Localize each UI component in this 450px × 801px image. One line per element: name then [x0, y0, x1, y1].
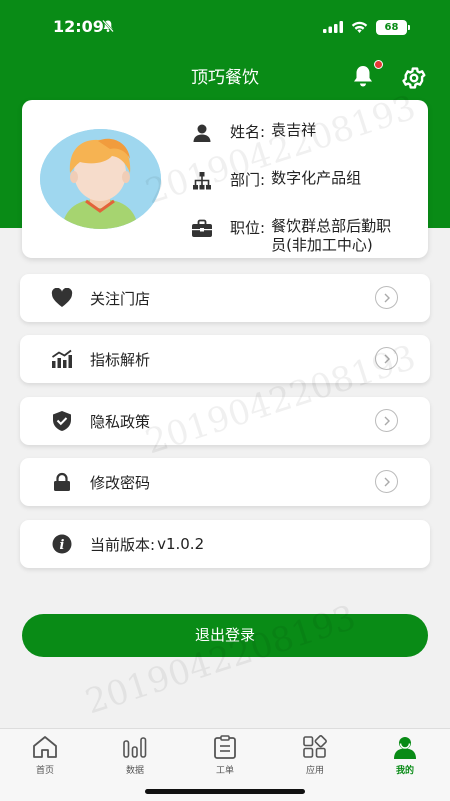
lock-icon [49, 469, 75, 495]
name-label: 姓名: [230, 123, 266, 141]
tab-data[interactable]: 数据 [105, 735, 165, 776]
shield-icon [49, 408, 75, 434]
svg-text:i: i [60, 538, 65, 553]
gear-icon[interactable] [401, 65, 427, 95]
user-icon [375, 735, 435, 761]
menu-item-label: 隐私政策 [90, 412, 151, 431]
menu-item-label: 关注门店 [90, 289, 151, 308]
menu-item-version: i 当前版本: v1.0.2 [20, 520, 430, 568]
menu-item-metrics-analysis[interactable]: 指标解析 [20, 335, 430, 383]
tab-label: 工单 [215, 766, 234, 776]
tab-label: 数据 [125, 766, 144, 776]
status-bar: 12:09 68 [0, 0, 450, 52]
page-title: 顶巧餐饮 [191, 68, 259, 88]
position-value: 餐饮群总部后勤职员(非加工中心) [271, 217, 392, 254]
battery-indicator: 68 [376, 20, 410, 35]
clipboard-icon [195, 735, 255, 761]
chart-icon [49, 346, 75, 372]
avatar [40, 129, 161, 229]
menu-item-label: 修改密码 [90, 473, 151, 492]
tab-workorder[interactable]: 工单 [195, 735, 255, 776]
notification-badge [374, 60, 383, 69]
logout-button[interactable]: 退出登录 [22, 614, 428, 657]
version-value: v1.0.2 [157, 535, 205, 553]
tab-mine[interactable]: 我的 [375, 735, 435, 776]
heart-icon [49, 285, 75, 311]
name-value: 袁吉祥 [271, 121, 317, 139]
menu-item-change-password[interactable]: 修改密码 [20, 458, 430, 506]
department-label: 部门: [230, 171, 266, 189]
silent-mode-icon [101, 18, 115, 37]
position-label: 职位: [230, 219, 266, 237]
profile-card: 姓名: 袁吉祥 部门: 数字化产品组 职位: 餐饮群总部后勤职员(非加工中心) [22, 100, 428, 258]
menu-item-label: 指标解析 [90, 350, 151, 369]
profile-name-row: 姓名: 袁吉祥 [190, 121, 316, 143]
tab-label: 我的 [395, 766, 414, 776]
bell-icon[interactable] [351, 64, 375, 92]
menu-item-privacy-policy[interactable]: 隐私政策 [20, 397, 430, 445]
menu-item-follow-stores[interactable]: 关注门店 [20, 274, 430, 322]
profile-position-row: 职位: 餐饮群总部后勤职员(非加工中心) [190, 217, 418, 255]
apps-grid-icon [285, 735, 345, 761]
status-time: 12:09 [53, 17, 104, 36]
chevron-right-icon [375, 409, 398, 432]
chevron-right-icon [375, 286, 398, 309]
info-icon: i [49, 531, 75, 557]
tab-home[interactable]: 首页 [15, 735, 75, 776]
chevron-right-icon [375, 470, 398, 493]
briefcase-icon [190, 217, 214, 239]
wifi-icon [351, 18, 368, 37]
home-indicator [145, 789, 305, 794]
department-value: 数字化产品组 [271, 169, 362, 187]
home-icon [15, 735, 75, 761]
profile-dept-row: 部门: 数字化产品组 [190, 169, 361, 191]
chevron-right-icon [375, 347, 398, 370]
tab-apps[interactable]: 应用 [285, 735, 345, 776]
version-label: 当前版本: [90, 535, 156, 554]
tab-label: 应用 [305, 766, 324, 776]
person-icon [190, 121, 214, 143]
org-chart-icon [190, 169, 214, 191]
bar-chart-icon [105, 735, 165, 761]
signal-icon [323, 18, 343, 37]
tab-label: 首页 [35, 766, 54, 776]
